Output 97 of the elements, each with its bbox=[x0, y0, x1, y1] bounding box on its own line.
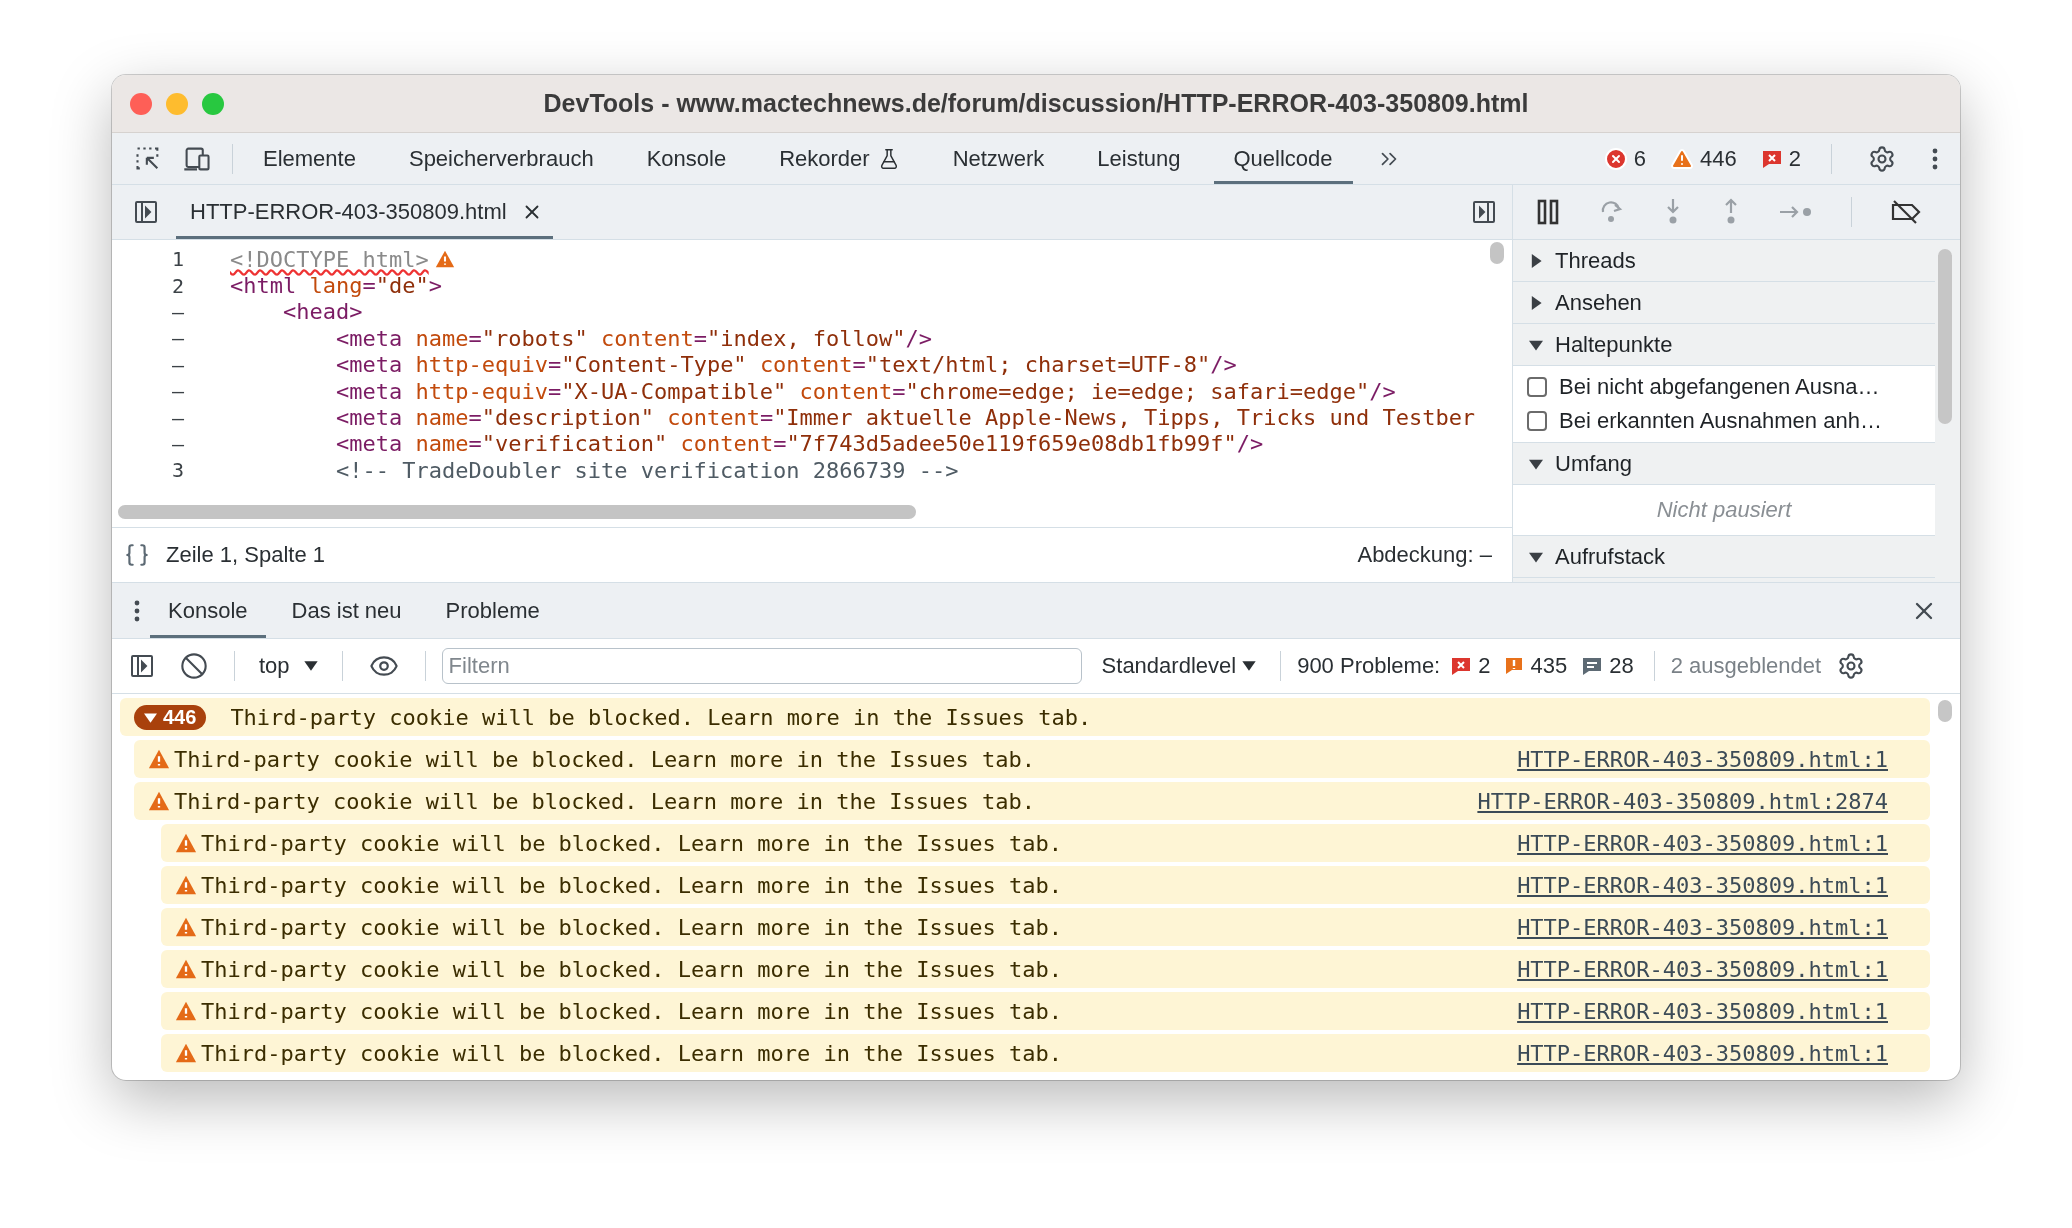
flag-icon bbox=[1450, 656, 1473, 676]
warning-icon bbox=[148, 790, 170, 812]
menu-icon bbox=[134, 599, 140, 622]
source-link[interactable]: HTTP-ERROR-403-350809.html:1 bbox=[1517, 914, 1888, 940]
issues-label: 900 Probleme: bbox=[1297, 653, 1441, 679]
warning-icon bbox=[1670, 146, 1695, 171]
error-icon bbox=[1603, 146, 1628, 171]
message-text: Third-party cookie will be blocked. Learn more in the Issues tab. bbox=[201, 872, 1062, 898]
scrollbar-thumb[interactable] bbox=[1938, 700, 1952, 722]
line-number: 3 bbox=[170, 458, 185, 483]
code-line: <!DOCTYPE html> bbox=[230, 246, 429, 272]
source-link[interactable]: HTTP-ERROR-403-350809.html:1 bbox=[1517, 998, 1888, 1024]
drawer-tab[interactable]: Probleme bbox=[427, 583, 558, 638]
caret-icon bbox=[1242, 660, 1257, 672]
message-text: Third-party cookie will be blocked. Learn more in the Issues tab. bbox=[201, 830, 1062, 856]
message-text: Third-party cookie will be blocked. Learn more in the Issues tab. bbox=[201, 1040, 1062, 1066]
group-count: 446 bbox=[134, 704, 207, 730]
line-number: – bbox=[170, 326, 185, 351]
warning-count[interactable]: 446 bbox=[1666, 145, 1741, 172]
clear-icon bbox=[180, 652, 208, 680]
warning-icon bbox=[175, 832, 197, 854]
panel-tab[interactable]: Konsole bbox=[626, 133, 747, 184]
message-icon bbox=[1581, 656, 1604, 676]
source-link[interactable]: HTTP-ERROR-403-350809.html:1 bbox=[1517, 1040, 1888, 1066]
code-line: <html lang="de"> bbox=[230, 273, 442, 299]
message-text: Third-party cookie will be blocked. Learn more in the Issues tab. bbox=[201, 956, 1062, 982]
settings-icon bbox=[1837, 652, 1866, 680]
code-line: <meta name="verification" content="7f743d5adee50e119f659e08db1fb99f"/> bbox=[336, 431, 1264, 457]
panel-tab[interactable]: Leistung bbox=[1077, 133, 1201, 184]
flag-icon bbox=[1760, 148, 1783, 169]
line-number: – bbox=[170, 431, 185, 456]
panel-icon bbox=[130, 654, 154, 678]
message-text: Third-party cookie will be blocked. Learn more in the Issues tab. bbox=[201, 914, 1062, 940]
window-title: DevTools - www.mactechnews.de/forum/discussion/HTTP-ERROR-403-350809.html bbox=[542, 89, 1530, 118]
issue-count[interactable]: 2 bbox=[1756, 145, 1805, 172]
line-number: – bbox=[170, 299, 185, 324]
filter-field[interactable]: Filtern bbox=[441, 648, 1082, 684]
panel-tab[interactable]: Netzwerk bbox=[932, 133, 1065, 184]
scrollbar-thumb[interactable] bbox=[118, 505, 916, 519]
source-link[interactable]: HTTP-ERROR-403-350809.html:2874 bbox=[1477, 788, 1888, 814]
context-dropdown[interactable]: top bbox=[251, 653, 326, 679]
line-number: 2 bbox=[170, 273, 185, 298]
warning-icon bbox=[148, 748, 170, 770]
panel-tab[interactable]: Elemente bbox=[243, 133, 376, 184]
step-over-icon bbox=[1599, 200, 1625, 224]
warning-icon bbox=[175, 916, 197, 938]
drawer-tab[interactable]: Konsole bbox=[150, 583, 266, 638]
caret-icon bbox=[303, 660, 318, 672]
breakpoint-off-icon bbox=[1890, 199, 1922, 225]
message-text: Third-party cookie will be blocked. Learn more in the Issues tab. bbox=[174, 788, 1035, 814]
panel-tab[interactable]: Speicherverbrauch bbox=[388, 133, 614, 184]
info-issue-count[interactable]: 28 bbox=[1577, 653, 1638, 679]
coverage-status: Abdeckung: – bbox=[1357, 542, 1492, 568]
hidden-count: 2 ausgeblendet bbox=[1670, 653, 1822, 679]
line-number: 1 bbox=[170, 247, 185, 272]
source-link[interactable]: HTTP-ERROR-403-350809.html:1 bbox=[1517, 746, 1888, 772]
menu-icon bbox=[1932, 147, 1938, 170]
checkbox-label: Bei erkannten Ausnahmen anh… bbox=[1559, 408, 1882, 434]
panel-icon bbox=[134, 200, 158, 224]
error-count[interactable]: 6 bbox=[1599, 145, 1651, 172]
drawer-tab[interactable]: Das ist neu bbox=[273, 583, 420, 638]
settings-icon bbox=[1868, 144, 1896, 173]
scrollbar-thumb[interactable] bbox=[1490, 242, 1504, 264]
warning-icon bbox=[175, 1042, 197, 1064]
code-line: <!-- TradeDoubler site verification 2866739 --> bbox=[336, 457, 959, 483]
line-number: – bbox=[170, 405, 185, 430]
line-number: – bbox=[170, 352, 185, 377]
pretty-print-icon[interactable] bbox=[124, 542, 150, 568]
message-group[interactable]: 446 Third-party cookie will be blocked. Learn more in the Issues tab. bbox=[120, 698, 1930, 736]
cursor-position: Zeile 1, Spalte 1 bbox=[166, 542, 325, 568]
checkbox[interactable] bbox=[1527, 377, 1547, 397]
warning-icon bbox=[175, 1000, 197, 1022]
code-line: <meta http-equiv="Content-Type" content="text/html; charset=UTF-8"/> bbox=[336, 352, 1237, 378]
source-link[interactable]: HTTP-ERROR-403-350809.html:1 bbox=[1517, 872, 1888, 898]
pause-icon bbox=[1537, 199, 1561, 225]
source-link[interactable]: HTTP-ERROR-403-350809.html:1 bbox=[1517, 830, 1888, 856]
warning-icon bbox=[434, 249, 455, 270]
line-number: – bbox=[170, 379, 185, 404]
code-line: <meta http-equiv="X-UA-Compatible" content="chrome=edge; ie=edge; safari=edge"/> bbox=[336, 378, 1396, 404]
source-link[interactable]: HTTP-ERROR-403-350809.html:1 bbox=[1517, 956, 1888, 982]
message-text: Third-party cookie will be blocked. Learn more in the Issues tab. bbox=[174, 746, 1035, 772]
scrollbar-thumb[interactable] bbox=[1938, 249, 1952, 424]
warning-icon bbox=[175, 874, 197, 896]
scope-message: Nicht pausiert bbox=[1655, 496, 1793, 524]
log-level-dropdown[interactable]: Standardlevel bbox=[1093, 653, 1265, 679]
checkbox-label: Bei nicht abgefangenen Ausna… bbox=[1559, 374, 1880, 400]
error-issue-count[interactable]: 2 bbox=[1446, 653, 1495, 679]
code-line: <meta name="description" content="Immer aktuelle Apple-News, Tipps, Tricks und Testber bbox=[336, 405, 1476, 431]
code-line: <meta name="robots" content="index, follow"/> bbox=[336, 325, 933, 351]
panel-tab[interactable]: Rekorder bbox=[759, 133, 920, 184]
checkbox[interactable] bbox=[1527, 411, 1547, 431]
code-line: <head> bbox=[283, 299, 363, 325]
message-text: Third-party cookie will be blocked. Learn more in the Issues tab. bbox=[201, 998, 1062, 1024]
warning-issue-count[interactable]: 435 bbox=[1500, 653, 1572, 679]
warning-icon bbox=[175, 958, 197, 980]
panel-icon bbox=[1472, 200, 1496, 224]
message-text: Third-party cookie will be blocked. Learn more in the Issues tab. bbox=[230, 704, 1092, 730]
